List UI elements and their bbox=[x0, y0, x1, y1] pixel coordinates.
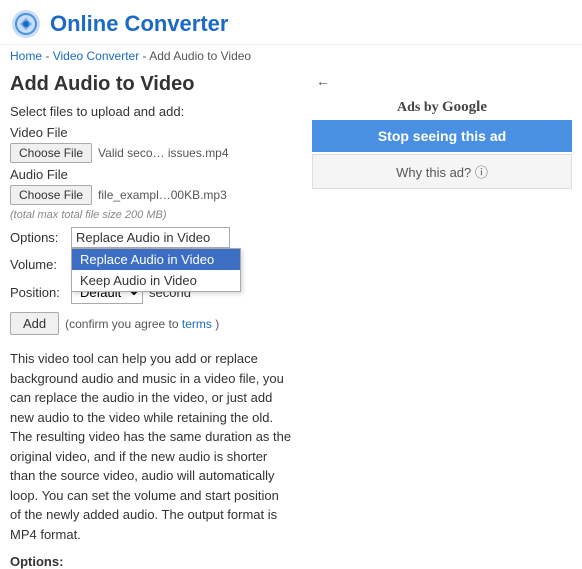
choose-audio-file-button[interactable]: Choose File bbox=[10, 185, 92, 205]
options-footer-heading: Options: bbox=[10, 554, 292, 569]
ads-by-google: Ads by Google bbox=[312, 93, 572, 120]
dropdown-item-keep[interactable]: Keep Audio in Video bbox=[72, 270, 240, 291]
add-row: Add (confirm you agree to terms ) bbox=[10, 312, 292, 335]
why-this-ad-button[interactable]: Why this ad? ⓘ bbox=[312, 154, 572, 189]
ad-area: ← Ads by Google Stop seeing this ad Why … bbox=[302, 69, 572, 569]
main-layout: Add Audio to Video Select files to uploa… bbox=[0, 69, 582, 569]
position-label: Position: bbox=[10, 285, 65, 300]
options-dropdown-wrapper: Replace Audio in Video Keep Audio in Vid… bbox=[71, 227, 230, 248]
audio-file-group: Audio File Choose File file_exampl…00KB.… bbox=[10, 167, 292, 205]
volume-label: Volume: bbox=[10, 257, 65, 272]
breadcrumb: Home - Video Converter - Add Audio to Vi… bbox=[0, 45, 582, 69]
breadcrumb-current: Add Audio to Video bbox=[149, 49, 251, 63]
audio-file-label: Audio File bbox=[10, 167, 292, 182]
google-text: Google bbox=[442, 99, 487, 115]
stop-seeing-button[interactable]: Stop seeing this ad bbox=[312, 120, 572, 152]
add-button[interactable]: Add bbox=[10, 312, 59, 335]
content-area: Add Audio to Video Select files to uploa… bbox=[10, 69, 302, 569]
header: Online Converter bbox=[0, 0, 582, 45]
options-row: Options: Replace Audio in Video Keep Aud… bbox=[10, 227, 292, 248]
description-text: This video tool can help you add or repl… bbox=[10, 349, 292, 544]
audio-file-row: Choose File file_exampl…00KB.mp3 bbox=[10, 185, 292, 205]
choose-video-file-button[interactable]: Choose File bbox=[10, 143, 92, 163]
select-files-label: Select files to upload and add: bbox=[10, 104, 292, 119]
video-file-row: Choose File Valid seco… issues.mp4 bbox=[10, 143, 292, 163]
video-filename: Valid seco… issues.mp4 bbox=[98, 146, 229, 160]
back-arrow-icon[interactable]: ← bbox=[312, 69, 334, 93]
options-select[interactable]: Replace Audio in Video Keep Audio in Vid… bbox=[71, 227, 230, 248]
site-logo bbox=[10, 8, 42, 40]
options-label: Options: bbox=[10, 230, 65, 245]
options-dropdown-menu: Replace Audio in Video Keep Audio in Vid… bbox=[71, 248, 241, 292]
audio-filename: file_exampl…00KB.mp3 bbox=[98, 188, 227, 202]
dropdown-item-replace[interactable]: Replace Audio in Video bbox=[72, 249, 240, 270]
file-size-hint: (total max total file size 200 MB) bbox=[10, 209, 292, 221]
page-title: Add Audio to Video bbox=[10, 73, 292, 96]
video-file-group: Video File Choose File Valid seco… issue… bbox=[10, 125, 292, 163]
site-title[interactable]: Online Converter bbox=[50, 11, 228, 37]
breadcrumb-home[interactable]: Home bbox=[10, 49, 42, 63]
confirm-text: (confirm you agree to terms ) bbox=[65, 317, 219, 331]
ad-header-row: ← bbox=[312, 69, 572, 93]
terms-link[interactable]: terms bbox=[182, 317, 212, 331]
breadcrumb-video-converter[interactable]: Video Converter bbox=[53, 49, 140, 63]
video-file-label: Video File bbox=[10, 125, 292, 140]
